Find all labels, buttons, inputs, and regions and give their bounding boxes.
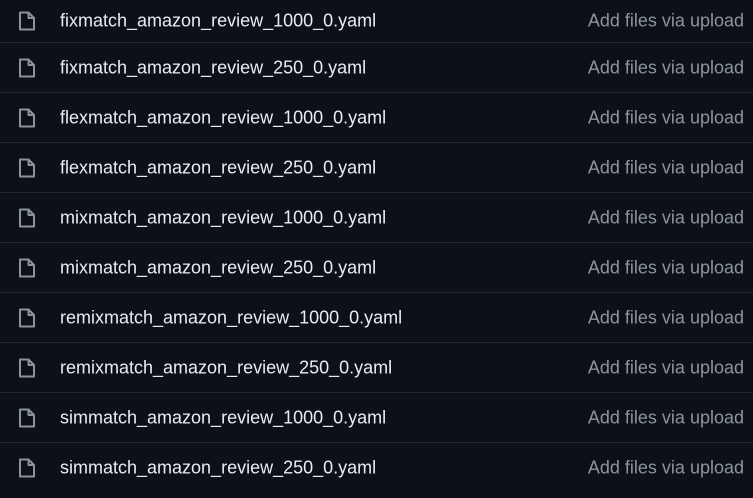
file-row[interactable]: remixmatch_amazon_review_250_0.yaml Add … bbox=[0, 343, 753, 393]
file-list: fixmatch_amazon_review_1000_0.yaml Add f… bbox=[0, 0, 753, 498]
file-name-link[interactable]: mixmatch_amazon_review_1000_0.yaml bbox=[60, 207, 386, 228]
file-name-link[interactable]: simmatch_amazon_review_1000_0.yaml bbox=[60, 407, 386, 428]
file-icon bbox=[17, 207, 37, 229]
commit-message-link[interactable]: Add files via upload bbox=[588, 107, 744, 128]
file-icon bbox=[17, 57, 37, 79]
file-name-link[interactable]: flexmatch_amazon_review_1000_0.yaml bbox=[60, 107, 386, 128]
commit-message-link[interactable]: Add files via upload bbox=[588, 357, 744, 378]
file-name-link[interactable]: remixmatch_amazon_review_1000_0.yaml bbox=[60, 307, 402, 328]
commit-message-link[interactable]: Add files via upload bbox=[588, 307, 744, 328]
commit-message-link[interactable]: Add files via upload bbox=[588, 11, 744, 32]
commit-message-link[interactable]: Add files via upload bbox=[588, 407, 744, 428]
file-row[interactable]: flexmatch_amazon_review_1000_0.yaml Add … bbox=[0, 93, 753, 143]
file-name-link[interactable]: fixmatch_amazon_review_250_0.yaml bbox=[60, 57, 366, 78]
file-row[interactable]: mixmatch_amazon_review_250_0.yaml Add fi… bbox=[0, 243, 753, 293]
commit-message-link[interactable]: Add files via upload bbox=[588, 157, 744, 178]
file-row[interactable]: flexmatch_amazon_review_250_0.yaml Add f… bbox=[0, 143, 753, 193]
commit-message-link[interactable]: Add files via upload bbox=[588, 257, 744, 278]
file-name-link[interactable]: flexmatch_amazon_review_250_0.yaml bbox=[60, 157, 376, 178]
commit-message-link[interactable]: Add files via upload bbox=[588, 57, 744, 78]
file-name-link[interactable]: remixmatch_amazon_review_250_0.yaml bbox=[60, 357, 392, 378]
commit-message-link[interactable]: Add files via upload bbox=[588, 207, 744, 228]
file-icon bbox=[17, 107, 37, 129]
file-name-link[interactable]: mixmatch_amazon_review_250_0.yaml bbox=[60, 257, 376, 278]
file-row[interactable]: mixmatch_amazon_review_1000_0.yaml Add f… bbox=[0, 193, 753, 243]
file-row[interactable]: simmatch_amazon_review_1000_0.yaml Add f… bbox=[0, 393, 753, 443]
file-icon bbox=[17, 257, 37, 279]
file-name-link[interactable]: simmatch_amazon_review_250_0.yaml bbox=[60, 458, 376, 479]
file-icon bbox=[17, 307, 37, 329]
file-row[interactable]: fixmatch_amazon_review_1000_0.yaml Add f… bbox=[0, 0, 753, 43]
file-row[interactable]: remixmatch_amazon_review_1000_0.yaml Add… bbox=[0, 293, 753, 343]
file-icon bbox=[17, 357, 37, 379]
file-row[interactable]: simmatch_amazon_review_250_0.yaml Add fi… bbox=[0, 443, 753, 493]
file-icon bbox=[17, 407, 37, 429]
file-icon bbox=[17, 457, 37, 479]
file-icon bbox=[17, 10, 37, 32]
file-icon bbox=[17, 157, 37, 179]
commit-message-link[interactable]: Add files via upload bbox=[588, 458, 744, 479]
file-name-link[interactable]: fixmatch_amazon_review_1000_0.yaml bbox=[60, 11, 376, 32]
file-row[interactable]: fixmatch_amazon_review_250_0.yaml Add fi… bbox=[0, 43, 753, 93]
